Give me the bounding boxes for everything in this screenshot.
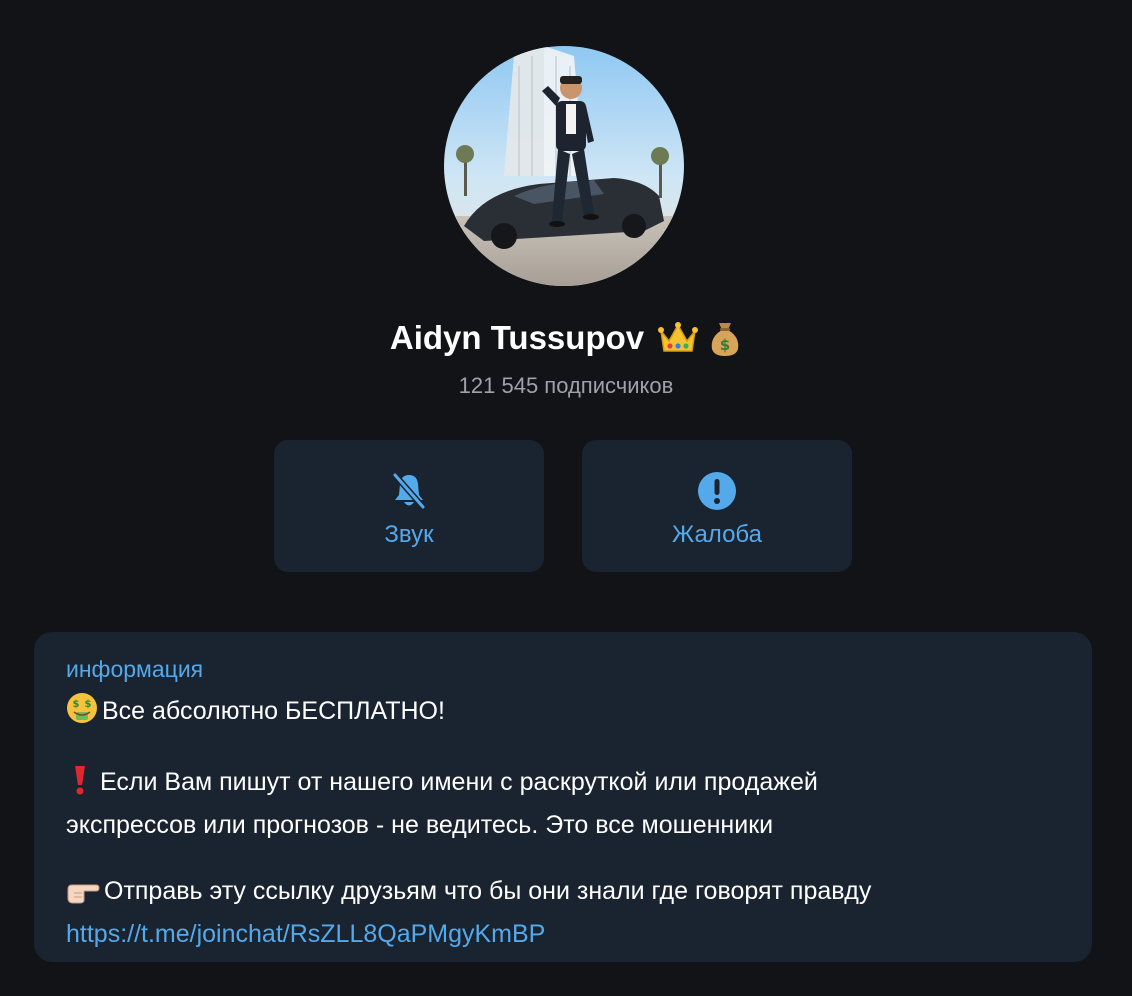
invite-link[interactable]: https://t.me/joinchat/RsZLL8QaPMgyKmBP	[66, 920, 545, 948]
money-bag-emoji-icon: $	[711, 323, 739, 356]
info-line-share: Отправь эту ссылку друзьям что бы они зн…	[66, 872, 1060, 915]
svg-text:$: $	[720, 336, 730, 354]
info-line-free-text: Все абсолютно БЕСПЛАТНО!	[102, 697, 445, 725]
svg-text:$: $	[85, 699, 92, 710]
red-exclamation-icon	[74, 765, 86, 806]
channel-name: Aidyn Tussupov	[389, 319, 645, 356]
info-line-share-text: Отправь эту ссылку друзьям что бы они зн…	[104, 877, 872, 905]
pointing-hand-icon	[66, 877, 100, 915]
money-mouth-face-icon: $ $	[66, 692, 98, 735]
channel-name-row: Aidyn Tussupov $	[0, 316, 1132, 360]
sound-button[interactable]: Звук	[274, 440, 544, 572]
subscriber-count: 121 545 подписчиков	[458, 373, 674, 398]
info-title: информация	[66, 656, 204, 682]
report-button[interactable]: Жалоба	[582, 440, 852, 572]
channel-avatar[interactable]	[444, 46, 684, 286]
name-emojis: $	[658, 319, 742, 357]
svg-text:$: $	[73, 699, 80, 710]
sound-button-label: Звук	[384, 521, 434, 548]
channel-profile-page: Aidyn Tussupov $ 121 545 подписчиков Зву…	[0, 0, 1132, 996]
exclamation-circle-icon	[696, 470, 738, 512]
info-line-warning-text-1: Если Вам пишут от нашего имени с раскрут…	[100, 768, 818, 796]
crown-emoji-icon	[658, 322, 699, 352]
bell-muted-icon	[388, 470, 430, 512]
report-button-label: Жалоба	[672, 521, 762, 548]
info-line-free: $ $ Все абсолютно БЕСПЛАТНО!	[66, 692, 1060, 735]
info-line-warning: Если Вам пишут от нашего имени с раскрут…	[66, 763, 1060, 806]
info-line-warning-text-2: экспрессов или прогнозов - не ведитесь. …	[66, 811, 774, 839]
info-card: информация $ $ Все абсолютно БЕСПЛАТНО!	[34, 632, 1092, 962]
